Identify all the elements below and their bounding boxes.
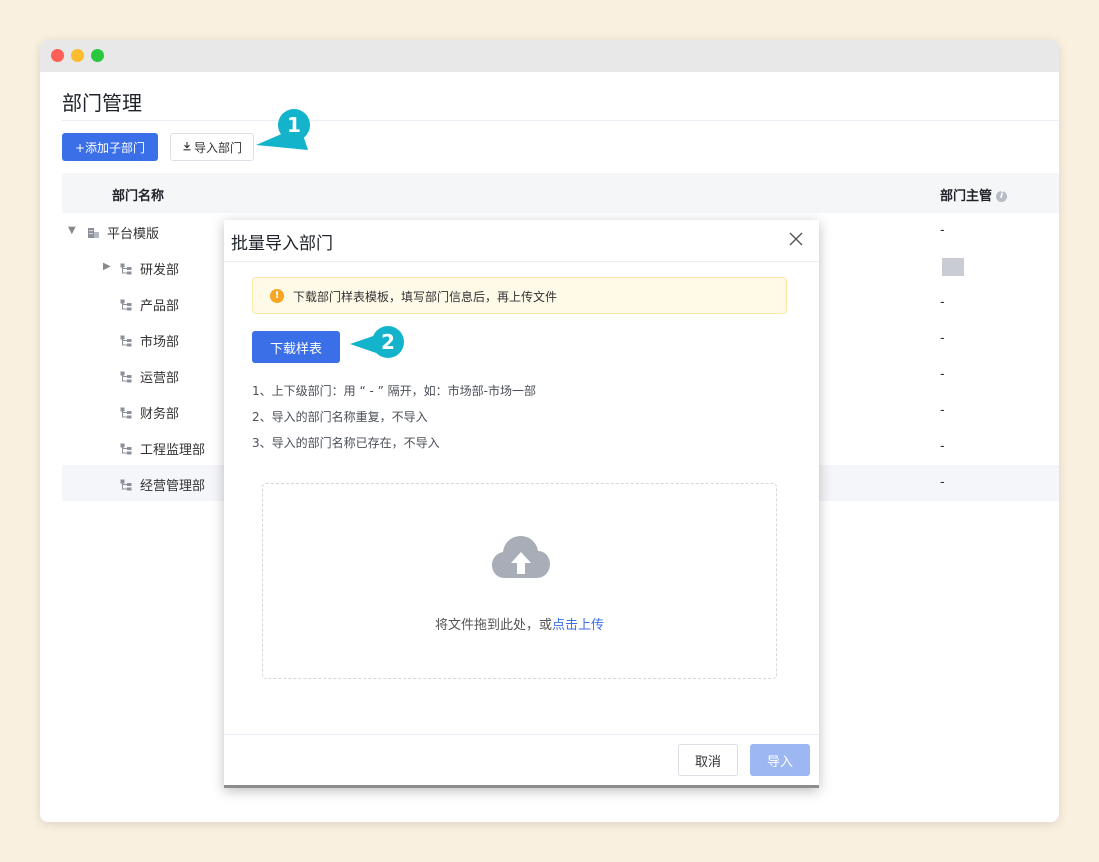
callout-badge-1: 1 xyxy=(278,109,310,141)
import-department-label: 导入部门 xyxy=(193,140,242,155)
org-tree-icon xyxy=(120,296,132,311)
org-tree-icon xyxy=(120,332,132,347)
download-icon xyxy=(182,140,192,154)
dialog-header: 批量导入部门 xyxy=(224,220,819,262)
import-department-button[interactable]: 导入部门 xyxy=(170,133,254,161)
department-manager: - xyxy=(940,295,945,310)
org-tree-icon xyxy=(120,476,132,491)
department-name: 运营部 xyxy=(140,371,180,386)
department-name: 工程监理部 xyxy=(140,443,206,458)
building-icon xyxy=(87,224,99,238)
callout-badge-2: 2 xyxy=(372,326,404,358)
page-title: 部门管理 xyxy=(62,91,142,115)
department-manager: - xyxy=(940,403,945,418)
click-upload-link[interactable]: 点击上传 xyxy=(552,618,604,633)
alert-text: 下载部门样表模板，填写部门信息后，再上传文件 xyxy=(293,290,558,304)
department-manager: - xyxy=(940,331,945,346)
drop-text: 将文件拖到此处，或 xyxy=(434,618,552,633)
department-manager: - xyxy=(940,475,945,490)
info-alert: ! 下载部门样表模板，填写部门信息后，再上传文件 xyxy=(252,277,787,314)
department-manager: - xyxy=(940,223,945,238)
warning-icon: ! xyxy=(270,289,284,303)
cloud-upload-icon xyxy=(491,534,551,586)
column-header-manager: 部门主管 i xyxy=(940,185,1008,204)
org-tree-icon xyxy=(120,260,132,275)
department-name: 研发部 xyxy=(140,263,180,278)
dialog-title: 批量导入部门 xyxy=(231,234,333,254)
import-dialog: 批量导入部门 ! 下载部门样表模板，填写部门信息后，再上传文件 下载样表 2 1… xyxy=(224,220,819,788)
department-name: 经营管理部 xyxy=(140,479,206,494)
org-tree-icon xyxy=(120,368,132,383)
rule-text: 2、导入的部门名称重复，不导入 xyxy=(252,410,428,424)
department-manager: - xyxy=(940,367,945,382)
department-name: 市场部 xyxy=(140,335,180,350)
minimize-window-button[interactable] xyxy=(71,49,84,62)
close-window-button[interactable] xyxy=(51,49,64,62)
dialog-footer-divider xyxy=(224,734,819,735)
table-header: 部门名称 部门主管 i xyxy=(62,173,1059,213)
rule-text: 1、上下级部门：用 “ - ” 隔开，如：市场部-市场一部 xyxy=(252,384,536,398)
department-manager: - xyxy=(940,439,945,454)
file-dropzone[interactable]: 将文件拖到此处，或点击上传 xyxy=(262,483,777,679)
column-header-name: 部门名称 xyxy=(112,189,165,204)
caret-right-icon[interactable]: ▶ xyxy=(103,261,111,272)
redacted-manager xyxy=(942,258,964,276)
caret-down-icon[interactable]: ▼ xyxy=(68,225,76,236)
cancel-button[interactable]: 取消 xyxy=(678,744,738,776)
window-titlebar xyxy=(40,40,1059,72)
org-tree-icon xyxy=(120,404,132,419)
rule-text: 3、导入的部门名称已存在，不导入 xyxy=(252,436,440,450)
org-tree-icon xyxy=(120,440,132,455)
download-template-button[interactable]: 下载样表 xyxy=(252,331,340,363)
department-name: 财务部 xyxy=(140,407,180,422)
department-name: 产品部 xyxy=(140,299,180,314)
import-submit-button[interactable]: 导入 xyxy=(750,744,810,776)
title-divider xyxy=(62,120,1059,121)
department-name: 平台模版 xyxy=(107,227,160,242)
drop-instruction: 将文件拖到此处，或点击上传 xyxy=(263,614,776,633)
maximize-window-button[interactable] xyxy=(91,49,104,62)
close-icon[interactable] xyxy=(789,230,803,251)
info-icon[interactable]: i xyxy=(996,191,1008,202)
column-header-manager-label: 部门主管 xyxy=(940,189,993,204)
add-sub-department-button[interactable]: +添加子部门 xyxy=(62,133,158,161)
